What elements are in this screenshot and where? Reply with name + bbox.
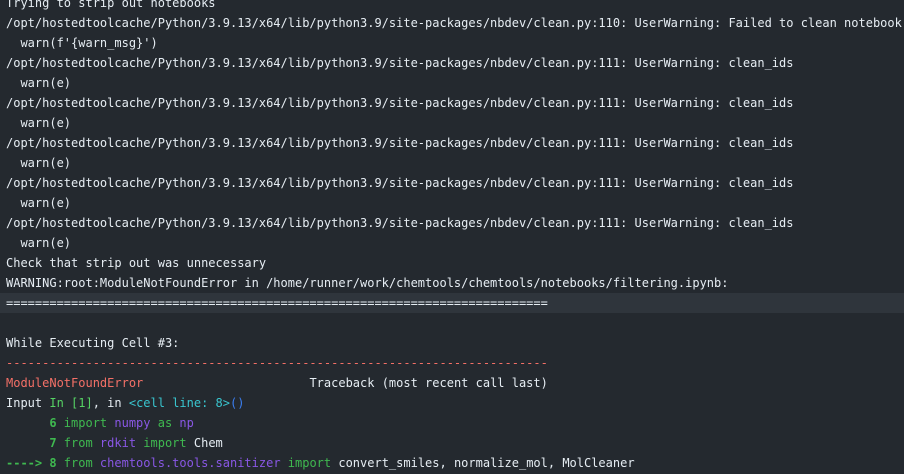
log-line: /opt/hostedtoolcache/Python/3.9.13/x64/l… [6, 176, 794, 190]
keyword: as [150, 416, 173, 430]
traceback-separator: ----------------------------------------… [6, 356, 548, 370]
log-line: warn(f'{warn_msg}') [6, 36, 158, 50]
log-line-highlighted: ========================================… [0, 293, 904, 313]
traceback-input-line: Input In [1], in <cell line: 8>() [0, 393, 904, 413]
input-cell-ref: In [1] [49, 396, 93, 410]
log-line: warn(e) [6, 196, 72, 210]
log-line: warn(e) [6, 156, 72, 170]
terminal-log: Trying to strip out notebooks /opt/hoste… [0, 0, 904, 473]
keyword: from [63, 456, 93, 470]
alias-name: np [172, 416, 194, 430]
log-line: /opt/hostedtoolcache/Python/3.9.13/x64/l… [6, 216, 794, 230]
log-line: warn(e) [6, 116, 72, 130]
log-line: /opt/hostedtoolcache/Python/3.9.13/x64/l… [6, 96, 794, 110]
import-names: Chem [186, 436, 223, 450]
line-number: 7 [6, 436, 64, 450]
input-label: Input [6, 396, 50, 410]
call-parens: () [230, 396, 245, 410]
code-line-current: ----> 8 from chemtools.tools.sanitizer i… [0, 453, 904, 473]
keyword: import [136, 436, 187, 450]
line-number: 6 [6, 416, 64, 430]
code-line: 7 from rdkit import Chem [0, 433, 904, 453]
log-line: Trying to strip out notebooks [6, 0, 216, 10]
traceback-label: Traceback (most recent call last) [143, 376, 548, 390]
log-line: /opt/hostedtoolcache/Python/3.9.13/x64/l… [6, 136, 794, 150]
current-line-arrow: ----> 8 [6, 456, 64, 470]
keyword: import [63, 416, 108, 430]
log-line: /opt/hostedtoolcache/Python/3.9.13/x64/l… [6, 56, 794, 70]
module-name: numpy [107, 416, 151, 430]
log-line: Check that strip out was unnecessary [6, 256, 267, 270]
input-sep: , in [92, 396, 129, 410]
cell-line-ref: <cell line: 8> [128, 396, 230, 410]
log-line: warn(e) [6, 76, 72, 90]
module-name: rdkit [92, 436, 137, 450]
log-line: /opt/hostedtoolcache/Python/3.9.13/x64/l… [6, 16, 902, 30]
error-type: ModuleNotFoundError [6, 376, 144, 390]
import-names: convert_smiles, normalize_mol, MolCleane… [331, 456, 635, 470]
module-name: chemtools.tools.sanitizer [92, 456, 281, 470]
traceback-header: ModuleNotFoundError Traceback (most rece… [0, 373, 904, 393]
log-line: warn(e) [6, 236, 72, 250]
code-line: 6 import numpy as np [0, 413, 904, 433]
log-line: WARNING:root:ModuleNotFoundError in /hom… [6, 276, 729, 290]
keyword: import [280, 456, 332, 470]
keyword: from [63, 436, 93, 450]
log-line: While Executing Cell #3: [6, 336, 180, 350]
